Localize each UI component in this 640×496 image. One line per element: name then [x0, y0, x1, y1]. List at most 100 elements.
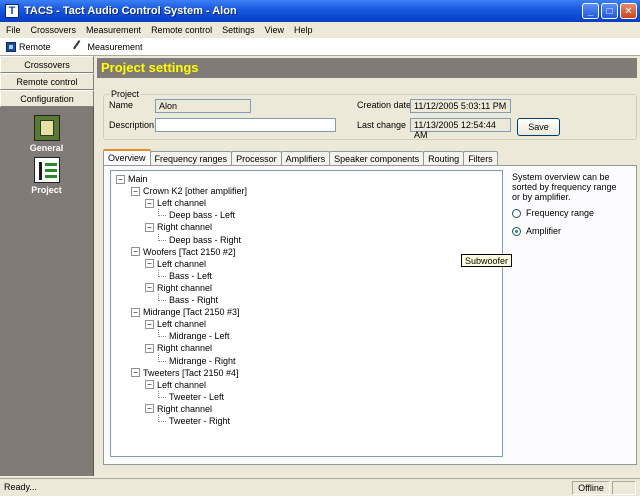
tree-node[interactable]: Midrange - Left: [158, 330, 230, 342]
tree-node[interactable]: − Woofers [Tact 2150 #2]: [131, 246, 235, 258]
radio-frequency-indicator[interactable]: [512, 208, 521, 218]
tree-connector: [158, 269, 166, 277]
overview-info: System overview can be sorted by frequen…: [512, 172, 617, 202]
tree-node[interactable]: − Left channel: [145, 379, 206, 391]
project-icon: [33, 157, 60, 183]
tree-node[interactable]: − Left channel: [145, 197, 206, 209]
title-bar[interactable]: T TACS - Tact Audio Control System - Alo…: [0, 0, 640, 22]
app-icon[interactable]: T: [5, 4, 19, 18]
tree-node[interactable]: − Right channel: [145, 342, 212, 354]
status-mode: Offline: [572, 481, 610, 495]
sidebar-item-general[interactable]: General: [0, 115, 93, 153]
tree-node-label: Right channel: [157, 222, 213, 233]
measurement-tool-button[interactable]: Measurement: [72, 40, 143, 54]
menu-crossovers[interactable]: Crossovers: [25, 25, 81, 35]
tree-node[interactable]: − Left channel: [145, 258, 206, 270]
menu-measurement[interactable]: Measurement: [80, 25, 145, 35]
radio-frequency-label: Frequency range: [526, 208, 595, 218]
tree-node[interactable]: Bass - Left: [158, 269, 212, 282]
status-bar: Ready... Offline: [0, 478, 640, 496]
tree-node-label: Left channel: [157, 198, 207, 209]
tree-node[interactable]: Midrange - Right: [158, 354, 236, 367]
window-title: TACS - Tact Audio Control System - Alon: [24, 5, 237, 17]
page-header: Project settings: [97, 58, 637, 78]
tree-expander-icon[interactable]: −: [131, 247, 140, 257]
menu-settings[interactable]: Settings: [216, 25, 259, 35]
remote-tool-button[interactable]: Remote: [6, 42, 51, 52]
tree-node[interactable]: Bass - Right: [158, 294, 218, 306]
menu-help[interactable]: Help: [288, 25, 317, 35]
tab-routing[interactable]: Routing: [423, 151, 465, 165]
creation-date-field: 11/12/2005 5:03:11 PM: [410, 99, 511, 113]
tree-node[interactable]: − Crown K2 [other amplifier]: [131, 185, 247, 197]
tree-node-label: Crown K2 [other amplifier]: [143, 186, 248, 197]
menu-bar: File Crossovers Measurement Remote contr…: [0, 22, 640, 38]
tree-expander-icon[interactable]: −: [131, 368, 140, 378]
tree-node-label: Deep bass - Left: [169, 210, 236, 221]
tree-connector: [158, 390, 166, 398]
tree-connector: [158, 233, 166, 241]
tree-node[interactable]: − Tweeters [Tact 2150 #4]: [131, 367, 239, 379]
tree-connector: [158, 415, 166, 422]
tab-speaker-components[interactable]: Speaker components: [329, 151, 425, 165]
tree-expander-icon[interactable]: −: [145, 259, 154, 269]
general-icon: [33, 115, 60, 141]
description-field[interactable]: [155, 118, 336, 132]
tree-node[interactable]: − Main: [116, 173, 148, 185]
radio-amplifier-indicator[interactable]: [512, 226, 521, 236]
status-text: Ready...: [4, 482, 37, 492]
tree-node[interactable]: Deep bass - Right: [158, 233, 241, 246]
tree-expander-icon[interactable]: −: [131, 307, 140, 317]
tree-expander-icon[interactable]: −: [131, 186, 140, 196]
tree-node[interactable]: Deep bass - Left: [158, 209, 235, 221]
measurement-icon: [72, 40, 87, 54]
tree-expander-icon[interactable]: −: [116, 174, 125, 184]
sidebar-crossovers-button[interactable]: Crossovers: [0, 56, 94, 73]
tree-node-label: Tweeter - Left: [169, 391, 225, 402]
menu-file[interactable]: File: [0, 25, 25, 35]
tree-expander-icon[interactable]: −: [145, 380, 154, 390]
save-button[interactable]: Save: [517, 118, 560, 136]
tree-node[interactable]: − Right channel: [145, 403, 212, 415]
last-change-field: 11/13/2005 12:54:44 AM: [410, 118, 511, 140]
tree-expander-icon[interactable]: −: [145, 198, 154, 208]
tree-expander-icon[interactable]: −: [145, 319, 154, 329]
tree-node-label: Left channel: [157, 258, 207, 269]
page-title: Project settings: [101, 60, 199, 75]
tree-node[interactable]: Tweeter - Right: [158, 415, 230, 427]
sidebar-remote-control-button[interactable]: Remote control: [0, 73, 94, 90]
tab-frequency-ranges[interactable]: Frequency ranges: [149, 151, 233, 165]
tree-expander-icon[interactable]: −: [145, 343, 154, 353]
maximize-button[interactable]: □: [601, 3, 618, 19]
tab-overview[interactable]: Overview: [103, 149, 151, 165]
tree-node-label: Main: [128, 174, 148, 184]
tree-node-label: Tweeter - Right: [169, 416, 231, 426]
system-tree[interactable]: − Main − Crown K2 [other amplifier] − Left ch…: [110, 170, 503, 457]
tree-node[interactable]: Tweeter - Left: [158, 390, 225, 403]
tree-expander-icon[interactable]: −: [145, 222, 154, 232]
radio-amplifier[interactable]: Amplifier: [512, 226, 561, 236]
measurement-tool-label: Measurement: [87, 42, 143, 52]
tree-node[interactable]: − Right channel: [145, 282, 212, 294]
radio-frequency-range[interactable]: Frequency range: [512, 208, 594, 218]
menu-remote-control[interactable]: Remote control: [145, 25, 216, 35]
tree-node[interactable]: − Left channel: [145, 318, 206, 330]
tooltip: Subwoofer: [461, 254, 513, 267]
name-field[interactable]: Alon: [155, 99, 251, 113]
tree-expander-icon[interactable]: −: [145, 283, 154, 293]
tree-node[interactable]: − Right channel: [145, 221, 212, 233]
menu-view[interactable]: View: [259, 25, 288, 35]
sidebar-configuration-button[interactable]: Configuration: [0, 90, 94, 107]
minimize-button[interactable]: _: [582, 3, 599, 19]
radio-amplifier-label: Amplifier: [526, 226, 562, 236]
close-button[interactable]: ✕: [620, 3, 637, 19]
sidebar-item-project-label: Project: [31, 185, 62, 195]
tree-expander-icon[interactable]: −: [145, 404, 154, 414]
tab-processor[interactable]: Processor: [231, 151, 282, 165]
toolbar: Remote Measurement: [0, 38, 640, 56]
tree-connector: [158, 209, 166, 217]
tree-node[interactable]: − Midrange [Tact 2150 #3]: [131, 306, 240, 318]
sidebar-item-project[interactable]: Project: [0, 157, 93, 195]
tab-amplifiers[interactable]: Amplifiers: [280, 151, 331, 165]
tab-filters[interactable]: Filters: [463, 151, 498, 165]
